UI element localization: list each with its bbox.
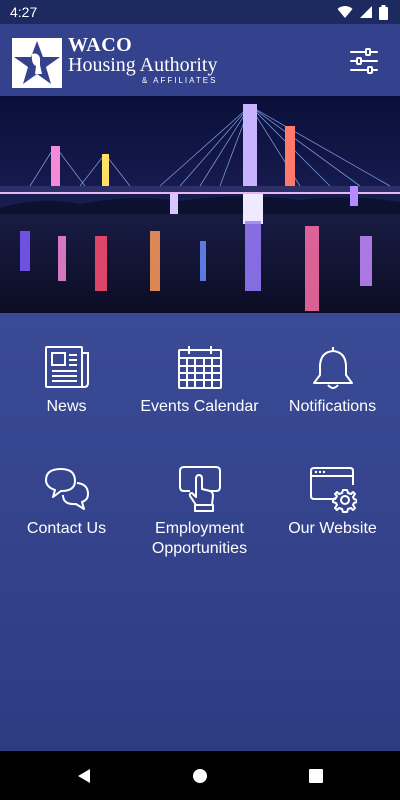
logo-text: WACO Housing Authority & AFFILIATES xyxy=(68,34,218,85)
recents-square-icon xyxy=(309,768,323,783)
bell-icon xyxy=(312,347,353,389)
logo-line2: Housing Authority xyxy=(68,54,218,76)
events-calendar-tile[interactable]: Events Calendar xyxy=(133,343,266,417)
employment-opportunities-tile[interactable]: Employment Opportunities xyxy=(133,465,266,559)
back-button[interactable] xyxy=(54,751,114,800)
battery-icon xyxy=(379,4,388,20)
notifications-tile[interactable]: Notifications xyxy=(266,343,399,417)
main-menu: News Events Calendar Notifications Conta… xyxy=(0,313,400,751)
browser-gear-icon xyxy=(309,467,357,513)
logo-line3: & AFFILIATES xyxy=(142,76,218,85)
news-tile[interactable]: News xyxy=(0,343,133,417)
chat-bubbles-icon xyxy=(44,468,89,510)
contact-us-tile[interactable]: Contact Us xyxy=(0,465,133,539)
cell-signal-icon xyxy=(360,6,372,18)
hero-bridge-image xyxy=(0,96,400,313)
events-calendar-label: Events Calendar xyxy=(140,398,259,415)
status-time: 4:27 xyxy=(10,4,38,20)
notifications-label: Notifications xyxy=(288,398,377,415)
employment-label-line1: Employment xyxy=(155,520,244,537)
wifi-icon xyxy=(337,6,353,19)
status-icons xyxy=(337,4,388,20)
newspaper-icon xyxy=(44,346,89,388)
logo-line1: WACO xyxy=(68,34,133,56)
employment-opportunities-label: Employment Opportunities xyxy=(133,519,266,559)
contact-us-label: Contact Us xyxy=(26,520,107,537)
sliders-icon[interactable] xyxy=(350,47,378,75)
our-website-tile[interactable]: Our Website xyxy=(266,465,399,539)
touch-screen-icon xyxy=(178,466,221,512)
logo-star-icon xyxy=(12,38,62,88)
status-bar: 4:27 xyxy=(0,0,400,24)
system-nav-bar xyxy=(0,751,400,800)
news-label: News xyxy=(46,398,87,415)
calendar-icon xyxy=(177,346,222,389)
home-button[interactable] xyxy=(170,751,230,800)
back-triangle-icon xyxy=(78,768,90,783)
our-website-label: Our Website xyxy=(288,520,377,537)
app-header: WACO Housing Authority & AFFILIATES xyxy=(0,24,400,96)
home-circle-icon xyxy=(193,768,207,783)
recents-button[interactable] xyxy=(286,751,346,800)
employment-label-line2: Opportunities xyxy=(151,540,248,557)
